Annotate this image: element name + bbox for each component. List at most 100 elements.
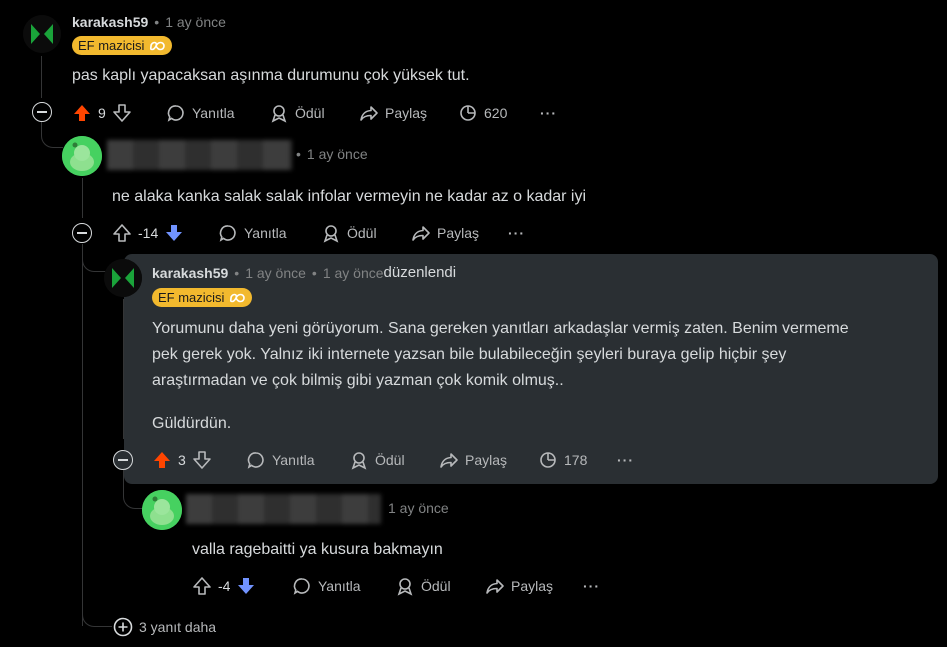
more-icon: ··· (617, 452, 634, 468)
minus-icon (118, 459, 128, 461)
thread-connector (41, 122, 63, 148)
comment-body-line: araştırmadan ve çok bilmiş gibi yazman ç… (152, 372, 564, 389)
award-button[interactable]: Ödül (349, 448, 405, 472)
award-icon (351, 452, 367, 470)
redacted-username (107, 140, 292, 170)
views-indicator[interactable]: 178 (538, 448, 587, 472)
flair-label: EF mazicisi (78, 38, 145, 53)
upvote-icon[interactable] (112, 223, 132, 243)
comment-icon (167, 105, 184, 122)
more-icon: ··· (540, 105, 557, 121)
downvote-icon[interactable] (236, 576, 256, 596)
award-button[interactable]: Ödül (321, 221, 377, 245)
award-button[interactable]: Ödül (269, 101, 325, 125)
upvote-icon[interactable] (152, 450, 172, 470)
vote-count: -14 (138, 225, 159, 241)
more-options-button[interactable]: ··· (617, 448, 634, 472)
award-label: Ödül (421, 578, 451, 594)
user-flair: EF mazicisi (72, 36, 173, 55)
vote-count: 3 (178, 452, 186, 468)
reply-label: Yanıtla (244, 225, 287, 241)
edited-time: 1 ay önce (322, 264, 384, 281)
reply-label: Yanıtla (318, 578, 361, 594)
thread-line (82, 178, 83, 218)
reply-button[interactable]: Yanıtla (218, 221, 287, 245)
redacted-username (186, 494, 381, 524)
collapse-button[interactable] (113, 450, 133, 470)
comment-time[interactable]: 1 ay önce (165, 14, 226, 30)
more-icon: ··· (583, 578, 600, 594)
more-icon: ··· (508, 225, 525, 241)
comment-body-line: pek gerek yok. Yalnız iki internete yazs… (152, 346, 787, 363)
thread-line (82, 244, 83, 626)
more-replies-button[interactable]: 3 yanıt daha (113, 615, 216, 639)
views-icon (460, 105, 476, 121)
username[interactable]: karakash59 (152, 265, 228, 281)
more-options-button[interactable]: ··· (583, 574, 600, 598)
comment-time[interactable]: 1 ay önce (388, 500, 449, 516)
meta-separator: • (234, 264, 240, 281)
award-label: Ödül (347, 225, 377, 241)
reply-button[interactable]: Yanıtla (292, 574, 361, 598)
comment-body: ne alaka kanka salak salak infolar verme… (112, 188, 587, 205)
upvote-icon[interactable] (192, 576, 212, 596)
comment-body-line: Güldürdün. (152, 415, 232, 432)
vote-bar: 9 (72, 101, 132, 125)
avatar[interactable] (62, 136, 102, 176)
downvote-icon[interactable] (164, 223, 184, 243)
share-icon (412, 226, 430, 241)
share-label: Paylaş (437, 225, 480, 241)
more-options-button[interactable]: ··· (508, 221, 525, 245)
award-icon (271, 105, 287, 123)
comment-time[interactable]: 1 ay önce (245, 265, 306, 281)
flair-label: EF mazicisi (158, 290, 225, 305)
comment-body: valla ragebaitti ya kusura bakmayın (192, 541, 443, 558)
thread-line (123, 299, 124, 439)
meta-separator: • (311, 264, 317, 281)
collapse-button[interactable] (72, 223, 92, 243)
share-button[interactable]: Paylaş (439, 448, 507, 472)
reply-label: Yanıtla (272, 452, 315, 468)
more-replies-label: 3 yanıt daha (139, 619, 217, 635)
vote-bar: -14 (112, 221, 184, 245)
award-label: Ödül (375, 452, 405, 468)
share-icon (486, 579, 504, 594)
share-icon (440, 453, 458, 468)
vote-bar: -4 (192, 574, 256, 598)
reply-button[interactable]: Yanıtla (166, 101, 235, 125)
downvote-icon[interactable] (112, 103, 132, 123)
meta-separator: • (154, 14, 160, 30)
comment-body: pas kaplı yapacaksan aşınma durumunu çok… (72, 67, 470, 84)
edited-label: düzenlendi (383, 264, 457, 281)
reply-label: Yanıtla (192, 105, 235, 121)
downvote-icon[interactable] (192, 450, 212, 470)
infinity-icon (150, 41, 166, 50)
avatar[interactable] (142, 490, 182, 530)
upvote-icon[interactable] (72, 103, 92, 123)
award-label: Ödül (295, 105, 325, 121)
share-button[interactable]: Paylaş (411, 221, 479, 245)
share-label: Paylaş (511, 578, 554, 594)
username[interactable]: karakash59 (72, 14, 148, 30)
share-button[interactable]: Paylaş (485, 574, 553, 598)
more-options-button[interactable]: ··· (540, 101, 557, 125)
thread-connector (82, 600, 112, 627)
avatar[interactable] (104, 259, 142, 297)
vote-count: -4 (218, 578, 231, 594)
share-icon (360, 106, 378, 121)
comment-icon (293, 578, 310, 595)
reply-button[interactable]: Yanıtla (246, 448, 315, 472)
comment-body-line: Yorumunu daha yeni görüyorum. Sana gerek… (152, 320, 849, 337)
vote-bar: 3 (152, 448, 212, 472)
thread-connector (82, 244, 106, 272)
comment-time[interactable]: 1 ay önce (307, 146, 368, 162)
collapse-button[interactable] (32, 102, 52, 122)
views-icon (540, 452, 556, 468)
award-button[interactable]: Ödül (395, 574, 451, 598)
comment-icon (219, 225, 236, 242)
avatar[interactable] (23, 15, 61, 53)
views-indicator[interactable]: 620 (458, 101, 507, 125)
share-button[interactable]: Paylaş (359, 101, 427, 125)
views-count: 620 (484, 105, 508, 121)
plus-circle-icon (113, 617, 133, 637)
